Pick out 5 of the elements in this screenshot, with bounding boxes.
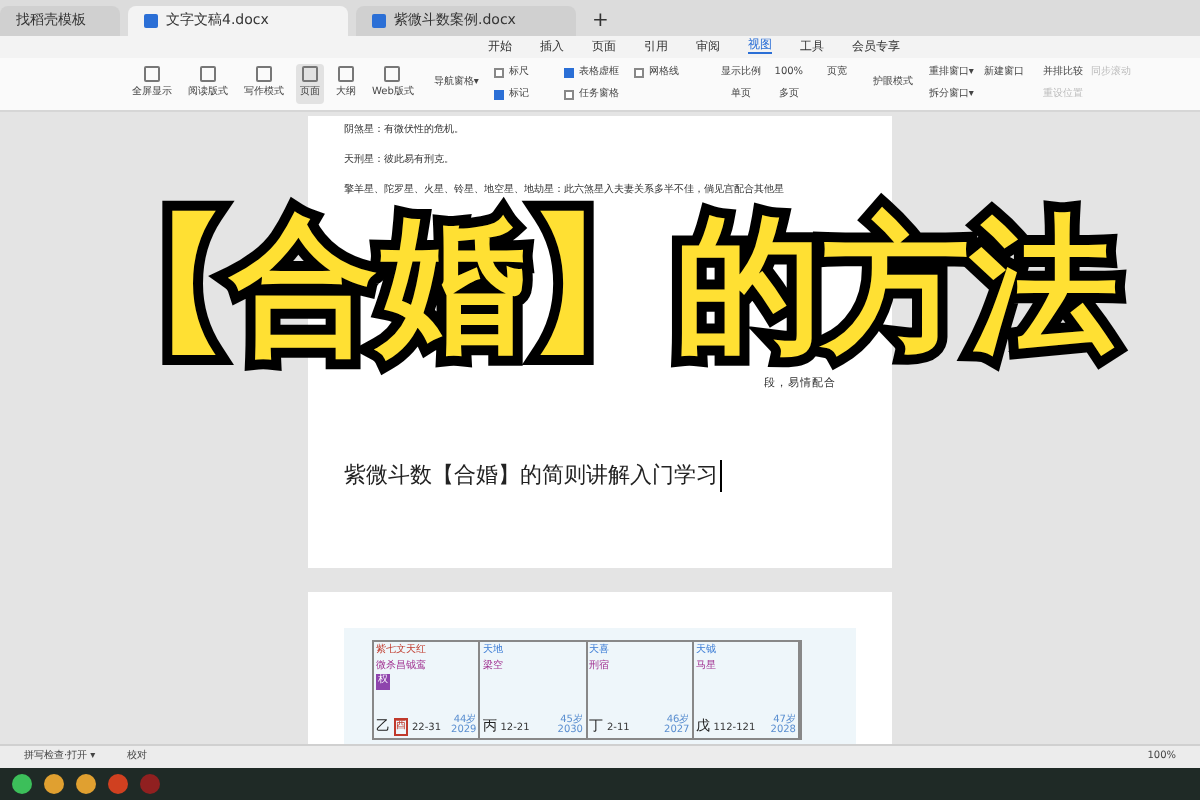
- new-tab-button[interactable]: +: [584, 6, 617, 36]
- document-icon: [372, 14, 386, 28]
- document-heading[interactable]: 紫微斗数【合婚】的简则讲解入门学习: [344, 459, 722, 493]
- document-icon: [144, 14, 158, 28]
- overlay-title: 【合婚】的方法: [80, 212, 1120, 360]
